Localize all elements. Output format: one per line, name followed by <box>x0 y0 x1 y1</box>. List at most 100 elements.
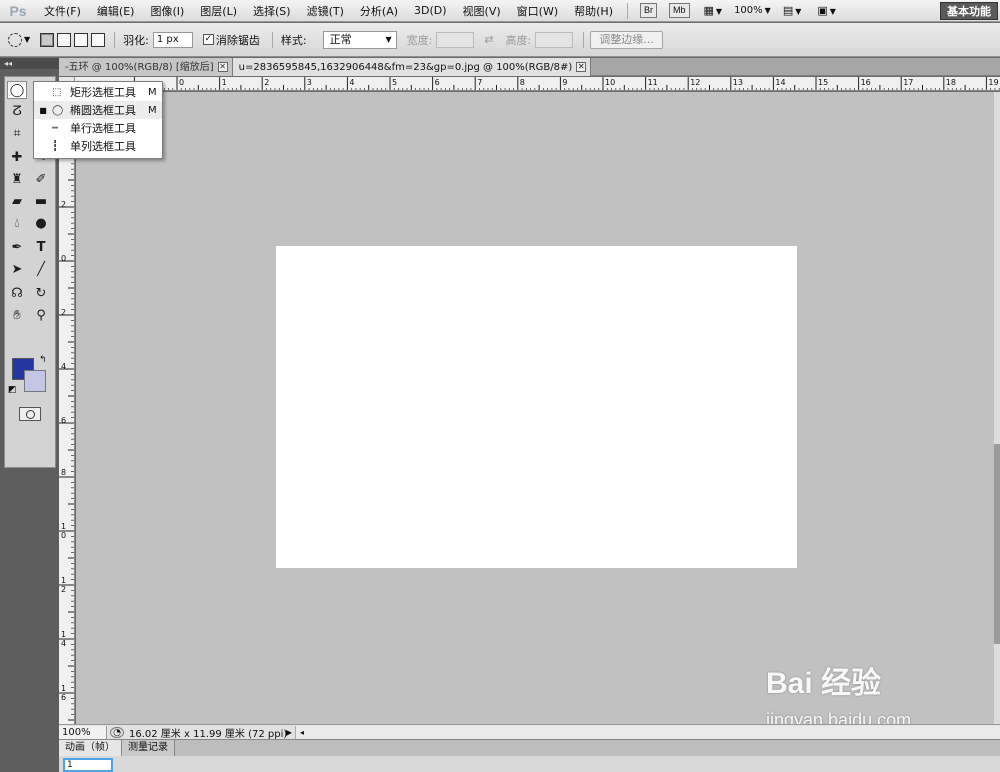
zoom-level-dropdown[interactable]: 100% ▼ <box>734 5 771 16</box>
menu-image[interactable]: 图像(I) <box>142 3 192 19</box>
history-brush-icon[interactable]: ✐ <box>31 171 51 189</box>
animation-panel: 1 <box>59 756 1000 772</box>
width-input[interactable] <box>436 31 475 48</box>
close-icon[interactable]: ✕ <box>576 62 587 72</box>
bridge-button[interactable]: Br <box>639 3 657 18</box>
swap-colors-icon[interactable]: ↰ <box>39 355 47 365</box>
status-menu-arrow-icon[interactable]: ▶ <box>283 728 295 737</box>
height-input[interactable] <box>535 31 574 48</box>
3d-orbit-icon[interactable]: ↻ <box>31 285 51 303</box>
path-selection-icon[interactable]: ➤ <box>7 261 27 279</box>
pen-tool-icon[interactable]: ✒ <box>7 239 27 257</box>
scrollbar-thumb[interactable] <box>994 444 1000 644</box>
3d-rotate-icon[interactable]: ☊ <box>7 285 27 303</box>
clone-stamp-icon[interactable]: ♜ <box>7 171 27 189</box>
ruler-label: 1 <box>61 576 66 585</box>
menu-help[interactable]: 帮助(H) <box>566 3 621 19</box>
default-colors-icon[interactable]: ◩ <box>8 385 17 395</box>
zoom-tool-icon[interactable]: ⚲ <box>31 307 51 325</box>
single-row-marquee-item[interactable]: ┅ 单行选框工具 <box>34 119 162 137</box>
single-column-marquee-icon: ┇ <box>52 140 59 152</box>
swap-dimensions-icon[interactable]: ⇄ <box>484 33 493 46</box>
ruler-label: 3 <box>307 78 312 87</box>
document-tab[interactable]: -五环 @ 100%(RGB/8) [缩放后] ✕ <box>59 58 233 76</box>
tab-measurement-log[interactable]: 测量记录 <box>122 740 175 756</box>
height-label: 高度: <box>505 33 532 47</box>
menu-filter[interactable]: 滤镜(T) <box>299 3 352 19</box>
chevron-down-icon: ▼ <box>764 6 771 15</box>
dodge-tool-icon[interactable]: ● <box>31 215 51 233</box>
background-color-swatch[interactable] <box>24 370 46 392</box>
scroll-left-icon[interactable]: ◂ <box>296 728 308 737</box>
ruler-label: 4 <box>349 78 354 87</box>
elliptical-marquee-item[interactable]: ■ ◯ 椭圆选框工具 M <box>34 101 162 119</box>
elliptical-marquee-tool-icon[interactable]: ◯ <box>7 81 27 99</box>
menu-view[interactable]: 视图(V) <box>455 3 509 19</box>
chevron-down-icon: ▼ <box>715 7 723 16</box>
add-to-selection-button[interactable] <box>57 32 72 47</box>
animation-frame[interactable]: 1 <box>63 758 113 772</box>
blur-tool-icon[interactable]: 💧︎ <box>7 215 27 233</box>
close-icon[interactable]: ✕ <box>217 62 228 72</box>
document-canvas[interactable] <box>276 246 797 568</box>
elliptical-marquee-icon[interactable] <box>8 32 22 47</box>
screen-mode-dropdown[interactable]: ▣ ▼ <box>809 4 844 17</box>
canvas-area[interactable] <box>76 92 994 724</box>
document-tab-active[interactable]: u=2836595845,1632906448&fm=23&gp=0.jpg @… <box>232 58 592 76</box>
menu-layer[interactable]: 图层(L) <box>192 3 245 19</box>
subtract-from-selection-button[interactable] <box>74 32 89 47</box>
elliptical-marquee-icon: ◯ <box>52 104 64 116</box>
intersect-selection-button[interactable] <box>91 32 106 47</box>
ruler-label: 11 <box>648 78 658 87</box>
feather-input[interactable]: 1 px <box>152 31 193 48</box>
menu-file[interactable]: 文件(F) <box>36 3 89 19</box>
menu-window[interactable]: 窗口(W) <box>509 3 566 19</box>
ruler-label: 0 <box>179 78 184 87</box>
rectangular-marquee-item[interactable]: ⬚ 矩形选框工具 M <box>34 83 162 101</box>
antialias-label: 消除锯齿 <box>215 33 260 47</box>
lasso-tool-icon[interactable]: ⵒ <box>7 103 27 121</box>
ruler-label: 9 <box>562 78 567 87</box>
new-selection-button[interactable] <box>40 32 55 47</box>
ruler-label: 2 <box>61 200 66 209</box>
single-column-marquee-item[interactable]: ┇ 单列选框工具 <box>34 137 162 155</box>
horizontal-scrollbar[interactable]: ◂ <box>295 725 1000 739</box>
hand-tool-icon[interactable]: ✋︎ <box>7 307 27 325</box>
workspace-button[interactable]: 基本功能 <box>940 1 998 20</box>
ruler-label: 4 <box>61 362 66 371</box>
ruler-label: 1 <box>61 684 66 693</box>
vertical-scrollbar[interactable] <box>994 92 1000 724</box>
ruler-label: 17 <box>903 78 913 87</box>
status-info-icon[interactable]: ◔ <box>110 726 124 738</box>
quick-mask-button[interactable] <box>19 407 41 421</box>
ruler-label: 13 <box>733 78 743 87</box>
selected-bullet-icon: ■ <box>39 105 47 115</box>
options-bar: ▼ 羽化: 1 px ✓ 消除锯齿 样式: 正常 ▼ 宽度: ⇄ 高度: 调整边缘… <box>0 23 1000 57</box>
antialias-checkbox[interactable]: ✓ <box>202 34 214 45</box>
refine-edge-button[interactable]: 调整边缘... <box>590 30 663 49</box>
grid-icon: ▦ <box>703 4 714 17</box>
tool-preset-chevron-icon[interactable]: ▼ <box>24 35 30 44</box>
arrange-dropdown[interactable]: ▤ ▼ <box>775 4 810 17</box>
spot-healing-icon[interactable]: ✚ <box>7 149 27 167</box>
menu-select[interactable]: 选择(S) <box>245 3 299 19</box>
eraser-tool-icon[interactable]: ▰ <box>7 193 27 211</box>
line-tool-icon[interactable]: ╱ <box>31 261 51 279</box>
horizontal-ruler[interactable]: 0 1 2 3 4 5 6 7 8 9 10 11 12 13 14 15 16 17 18 19 <box>75 77 1000 91</box>
mini-bridge-button[interactable]: Mb <box>668 3 690 18</box>
menu-analysis[interactable]: 分析(A) <box>352 3 406 19</box>
style-select[interactable]: 正常 ▼ <box>322 30 397 49</box>
vertical-ruler[interactable]: 020246810121416 <box>59 91 75 724</box>
menu-3d[interactable]: 3D(D) <box>406 4 455 17</box>
zoom-field[interactable]: 100% <box>59 725 107 739</box>
rectangular-marquee-icon: ⬚ <box>52 86 62 98</box>
crop-tool-icon[interactable]: ⌗ <box>7 125 27 143</box>
collapse-icon[interactable]: ◂◂ <box>0 58 59 69</box>
extras-dropdown[interactable]: ▦ ▼ <box>696 4 731 17</box>
ruler-label: 15 <box>818 78 828 87</box>
tab-animation[interactable]: 动画（帧） <box>59 740 122 756</box>
type-tool-icon[interactable]: T <box>31 239 51 257</box>
gradient-tool-icon[interactable]: ▬ <box>31 193 51 211</box>
menu-edit[interactable]: 编辑(E) <box>89 3 143 19</box>
toolbox: ◂◂ ◯ ⵒ ⌗ ✚ ✎ ♜ ✐ ▰ ▬ 💧︎ ● ✒ T ➤ ╱ ☊ ↻ ✋︎… <box>0 58 59 772</box>
